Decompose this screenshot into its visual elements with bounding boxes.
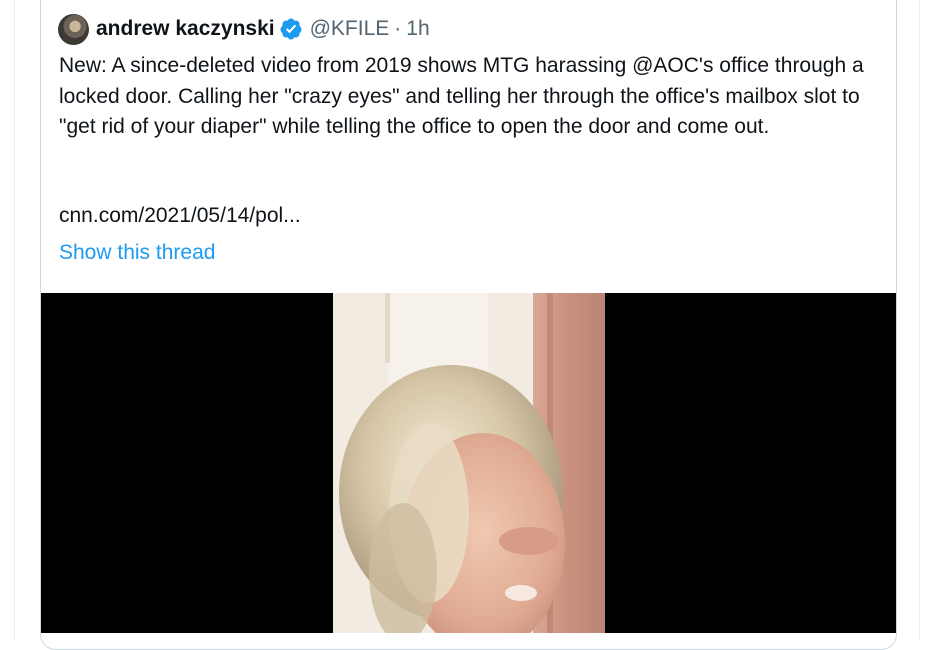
show-thread-link[interactable]: Show this thread xyxy=(59,238,215,268)
tweet-header: andrew kaczynski @KFILE · 1h xyxy=(58,12,430,46)
tweet-text: New: A since-deleted video from 2019 sho… xyxy=(59,51,889,143)
author-display-name[interactable]: andrew kaczynski xyxy=(96,17,275,41)
tweet-timestamp[interactable]: 1h xyxy=(406,17,429,41)
tweet-link[interactable]: cnn.com/2021/05/14/pol... xyxy=(59,201,301,232)
video-frame-image xyxy=(333,293,605,633)
tweet-text-paragraph: New: A since-deleted video from 2019 sho… xyxy=(59,54,864,138)
avatar[interactable] xyxy=(58,13,89,45)
author-handle[interactable]: @KFILE xyxy=(310,17,390,41)
video-player[interactable] xyxy=(41,293,896,633)
separator-dot: · xyxy=(394,17,402,40)
video-thumbnail[interactable] xyxy=(333,293,605,633)
verified-badge-icon xyxy=(280,18,302,40)
